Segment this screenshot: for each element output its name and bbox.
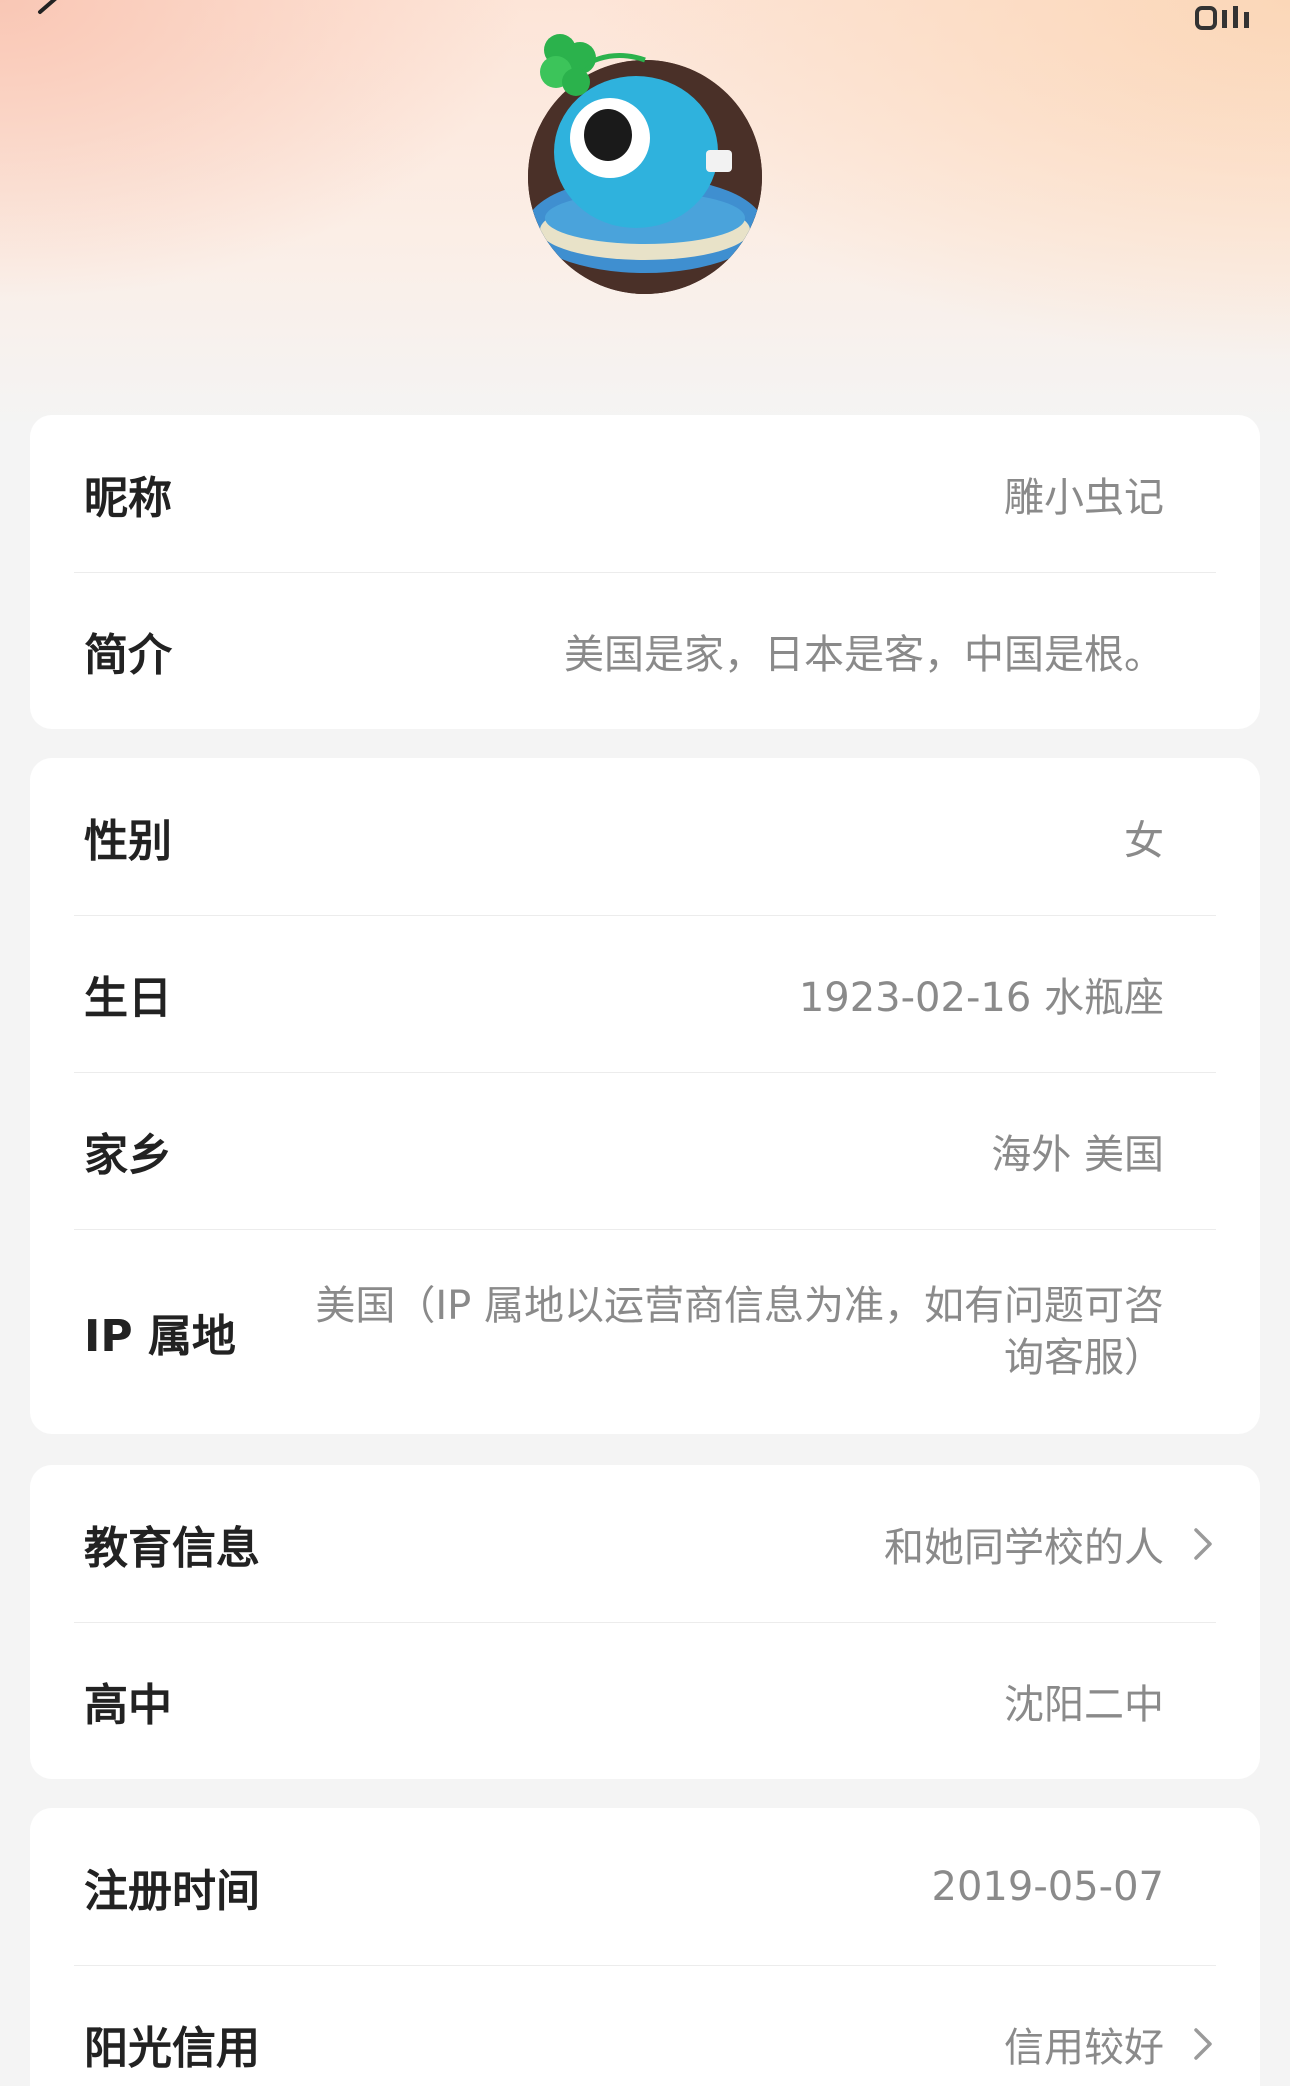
high-school-value: 沈阳二中 xyxy=(1004,1682,1164,1728)
high-school-row: 高中 沈阳二中 xyxy=(74,1622,1216,1779)
gender-label: 性别 xyxy=(84,815,172,867)
bio-label: 简介 xyxy=(84,630,172,681)
nickname-row: 昵称 雕小虫记 xyxy=(74,415,1216,572)
ip-location-value: 美国（IP 属地以运营商信息为准，如有问题可咨询客服） xyxy=(315,1283,1164,1381)
clover-decoration-icon xyxy=(530,28,650,118)
education-label: 教育信息 xyxy=(84,1522,260,1574)
credit-row[interactable]: 阳光信用 信用较好 xyxy=(74,1965,1216,2086)
basic-info-card: 昵称 雕小虫记 简介 美国是家，日本是客，中国是根。 xyxy=(30,415,1260,729)
birthday-label: 生日 xyxy=(84,973,172,1024)
ip-location-label: IP 属地 xyxy=(84,1311,236,1362)
bio-row: 简介 美国是家，日本是客，中国是根。 xyxy=(74,572,1216,729)
birthday-row: 生日 1923-02-16 水瓶座 xyxy=(74,915,1216,1072)
ip-location-row: IP 属地 美国（IP 属地以运营商信息为准，如有问题可咨询客服） xyxy=(74,1229,1216,1434)
more-button[interactable] xyxy=(1195,2,1255,32)
hometown-row: 家乡 海外 美国 xyxy=(74,1072,1216,1229)
education-card: 教育信息 和她同学校的人 高中 沈阳二中 xyxy=(30,1465,1260,1779)
account-card: 注册时间 2019-05-07 阳光信用 信用较好 xyxy=(30,1808,1260,2086)
signal-bars-icon xyxy=(1195,6,1249,30)
bio-value: 美国是家，日本是客，中国是根。 xyxy=(564,632,1164,678)
hometown-label: 家乡 xyxy=(84,1130,172,1181)
education-row[interactable]: 教育信息 和她同学校的人 xyxy=(74,1465,1216,1622)
birthday-value: 1923-02-16 水瓶座 xyxy=(798,975,1164,1021)
hometown-value: 海外 美国 xyxy=(991,1132,1164,1178)
nickname-label: 昵称 xyxy=(84,472,172,524)
personal-info-card: 性别 女 生日 1923-02-16 水瓶座 家乡 海外 美国 IP 属地 美国… xyxy=(30,758,1260,1434)
chevron-left-icon xyxy=(38,0,57,14)
register-time-value: 2019-05-07 xyxy=(931,1863,1164,1910)
chevron-right-icon[interactable] xyxy=(1192,2024,1216,2064)
back-button[interactable] xyxy=(30,0,90,42)
register-time-label: 注册时间 xyxy=(84,1865,260,1917)
gender-row: 性别 女 xyxy=(74,758,1216,915)
credit-value[interactable]: 信用较好 xyxy=(1004,2015,1164,2073)
high-school-label: 高中 xyxy=(84,1680,172,1731)
nickname-value: 雕小虫记 xyxy=(1004,474,1164,521)
register-time-row: 注册时间 2019-05-07 xyxy=(74,1808,1216,1965)
gender-value: 女 xyxy=(1124,817,1164,864)
credit-label: 阳光信用 xyxy=(84,2023,260,2074)
education-value[interactable]: 和她同学校的人 xyxy=(884,1515,1164,1573)
chevron-right-icon[interactable] xyxy=(1192,1524,1216,1564)
